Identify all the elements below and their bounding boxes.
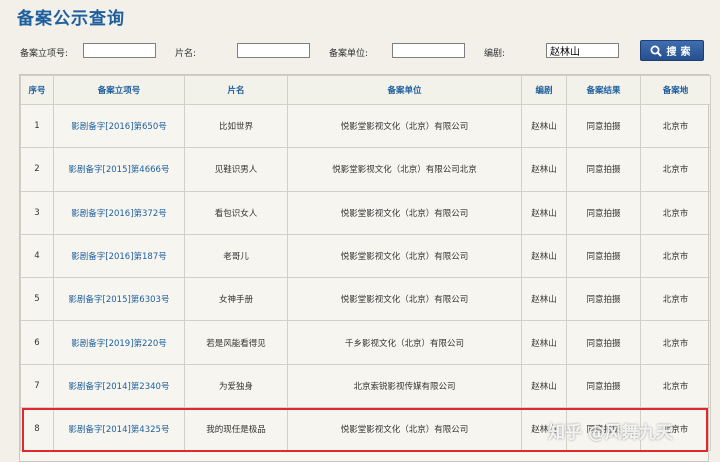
watermark: 知乎 @风舞九天 <box>548 423 673 443</box>
cell-record-unit: 悦影堂影视文化（北京）有限公司 <box>287 407 522 452</box>
record-id-label: 备案立项号: <box>20 49 69 59</box>
page-title: 备案公示查询 <box>17 9 125 29</box>
cell-writer: 赵林山 <box>521 233 567 279</box>
cell-index: 8 <box>20 407 54 452</box>
search-button[interactable]: 搜索 <box>640 40 704 61</box>
header-result: 备案结果 <box>566 75 641 105</box>
cell-location: 北京市 <box>640 277 711 322</box>
cell-index: 6 <box>20 320 54 365</box>
header-index: 序号 <box>20 75 54 105</box>
cell-result: 同意拍摄 <box>566 233 641 279</box>
cell-location: 北京市 <box>640 233 711 279</box>
film-name-label: 片名: <box>175 49 197 59</box>
cell-writer: 赵林山 <box>521 363 567 409</box>
search-bar: 备案立项号: 片名: 备案单位: 编剧: 搜索 <box>0 38 720 66</box>
table-row: 3 影剧备字[2016]第372号 看包识女人 悦影堂影视文化（北京）有限公司 赵林山同… <box>20 190 711 235</box>
table-row: 6 影剧备字[2019]第220号 若是风能看得见 千乡影视文化（北京）有限公司 赵林山… <box>20 320 711 365</box>
cell-result: 同意拍摄 <box>566 363 641 409</box>
cell-film-name: 我的现任是极品 <box>184 407 288 452</box>
cell-writer: 赵林山 <box>521 103 567 149</box>
table-row: 5 影剧备字[2015]第6303号 女神手册 悦影堂影视文化（北京）有限公司 赵林山同… <box>20 277 711 322</box>
cell-record-unit: 悦影堂影视文化（北京）有限公司 <box>287 233 522 279</box>
cell-location: 北京市 <box>640 190 711 235</box>
cell-record-id[interactable]: 影剧备字[2015]第6303号 <box>53 277 185 322</box>
table-row: 2 影剧备字[2015]第4666号 见鞋识男人 悦影堂影视文化（北京）有限公司北京赵… <box>20 147 711 192</box>
writer-input[interactable] <box>546 43 619 58</box>
cell-film-name: 看包识女人 <box>184 190 288 235</box>
cell-film-name: 见鞋识男人 <box>184 147 288 192</box>
cell-record-unit: 千乡影视文化（北京）有限公司 <box>287 320 522 365</box>
cell-record-unit: 悦影堂影视文化（北京）有限公司 <box>287 277 522 322</box>
header-record-id: 备案立项号 <box>53 75 185 105</box>
cell-index: 4 <box>20 233 54 279</box>
cell-index: 3 <box>20 190 54 235</box>
cell-writer: 赵林山 <box>521 320 567 365</box>
cell-result: 同意拍摄 <box>566 277 641 322</box>
cell-result: 同意拍摄 <box>566 147 641 192</box>
cell-writer: 赵林山 <box>521 190 567 235</box>
cell-index: 7 <box>20 363 54 409</box>
cell-record-unit: 悦影堂影视文化（北京）有限公司 <box>287 103 522 149</box>
cell-film-name: 若是风能看得见 <box>184 320 288 365</box>
table-row: 7 影剧备字[2014]第2340号 为爱独身 北京索锐影视传媒有限公司 赵林山 同意拍摄… <box>20 363 711 409</box>
cell-record-id[interactable]: 影剧备字[2014]第4325号 <box>53 407 185 452</box>
cell-film-name: 女神手册 <box>184 277 288 322</box>
results-table: 序号 备案立项号 片名 备案单位 编剧 备案结果 备案地 1 影剧备字[2016]… <box>20 75 711 452</box>
cell-writer: 赵林山 <box>521 277 567 322</box>
search-button-label: 搜索 <box>666 47 695 58</box>
cell-record-id[interactable]: 影剧备字[2014]第2340号 <box>53 363 185 409</box>
record-unit-label: 备案单位: <box>329 49 369 59</box>
cell-film-name: 老哥儿 <box>184 233 288 279</box>
cell-record-unit: 北京索锐影视传媒有限公司 <box>287 363 522 409</box>
cell-film-name: 为爱独身 <box>184 363 288 409</box>
record-id-input[interactable] <box>83 43 156 58</box>
cell-index: 2 <box>20 147 54 192</box>
cell-film-name: 比如世界 <box>184 103 288 149</box>
record-unit-input[interactable] <box>392 43 465 58</box>
cell-location: 北京市 <box>640 320 711 365</box>
cell-record-id[interactable]: 影剧备字[2019]第220号 <box>53 320 185 365</box>
cell-record-id[interactable]: 影剧备字[2016]第187号 <box>53 233 185 279</box>
header-record-unit: 备案单位 <box>287 75 522 105</box>
cell-location: 北京市 <box>640 103 711 149</box>
film-name-input[interactable] <box>237 43 310 58</box>
table-row: 1 影剧备字[2016]第650号 比如世界 悦影堂影视文化（北京）有限公司 赵林山 同意… <box>20 103 711 149</box>
cell-result: 同意拍摄 <box>566 190 641 235</box>
cell-location: 北京市 <box>640 147 711 192</box>
search-icon <box>650 45 662 57</box>
cell-result: 同意拍摄 <box>566 103 641 149</box>
cell-record-id[interactable]: 影剧备字[2016]第372号 <box>53 190 185 235</box>
cell-location: 北京市 <box>640 363 711 409</box>
results-table-container: 序号 备案立项号 片名 备案单位 编剧 备案结果 备案地 1 影剧备字[2016]… <box>19 74 711 462</box>
cell-record-unit: 悦影堂影视文化（北京）有限公司 <box>287 190 522 235</box>
cell-record-id[interactable]: 影剧备字[2015]第4666号 <box>53 147 185 192</box>
table-row: 4 影剧备字[2016]第187号 老哥儿 悦影堂影视文化（北京）有限公司 赵林山 同意拍… <box>20 233 711 279</box>
header-writer: 编剧 <box>521 75 567 105</box>
cell-record-id[interactable]: 影剧备字[2016]第650号 <box>53 103 185 149</box>
header-film-name: 片名 <box>184 75 288 105</box>
cell-writer: 赵林山 <box>521 147 567 192</box>
cell-index: 1 <box>20 103 54 149</box>
cell-record-unit: 悦影堂影视文化（北京）有限公司北京 <box>287 147 522 192</box>
writer-label: 编剧: <box>484 49 506 59</box>
header-location: 备案地 <box>640 75 711 105</box>
cell-result: 同意拍摄 <box>566 320 641 365</box>
cell-index: 5 <box>20 277 54 322</box>
table-header-row: 序号 备案立项号 片名 备案单位 编剧 备案结果 备案地 <box>20 75 711 105</box>
